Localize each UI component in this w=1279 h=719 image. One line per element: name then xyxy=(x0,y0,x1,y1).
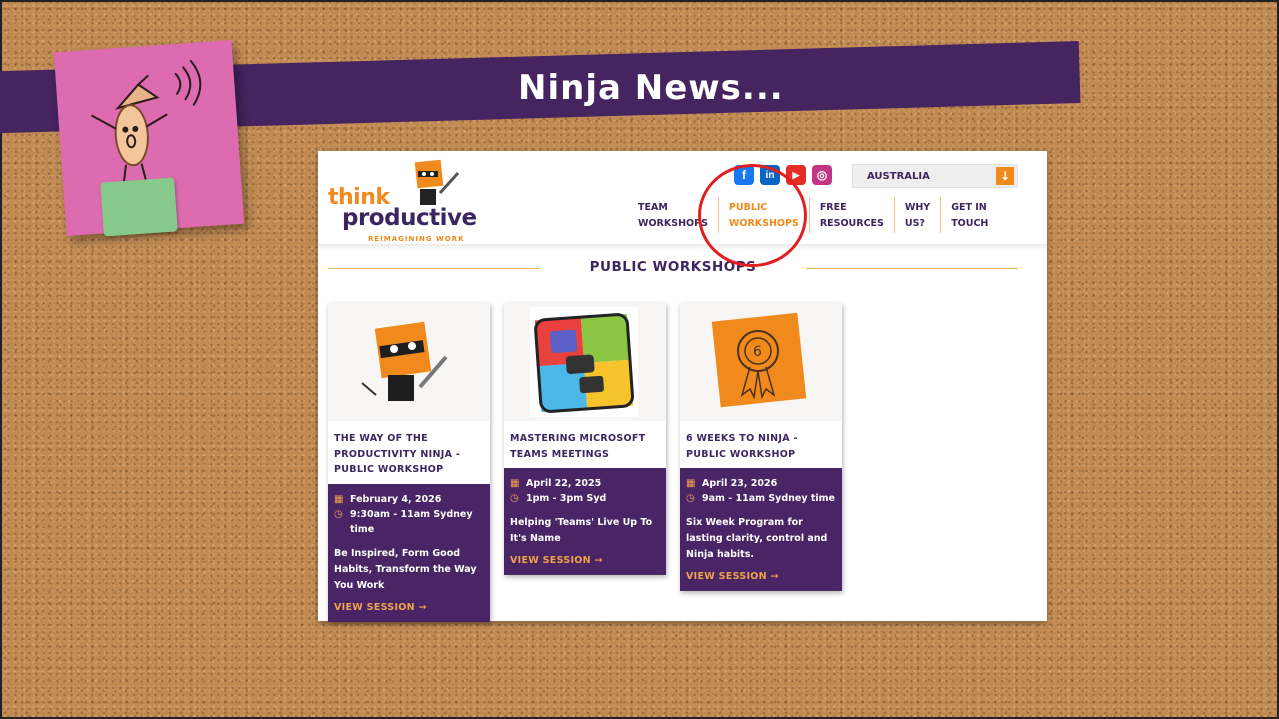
date-text: February 4, 2026 xyxy=(350,493,442,505)
card-details: ▦ April 22, 2025 ◷ 1pm - 3pm Syd Helping '… xyxy=(504,468,666,575)
country-select[interactable]: AUSTRALIA ↓ xyxy=(852,164,1018,188)
card-date: ▦ February 4, 2026 xyxy=(334,492,484,507)
nav-label-line2: RESOURCES xyxy=(819,218,884,229)
nav-why-us[interactable]: WHY US? xyxy=(895,197,942,233)
nav-label-line2: US? xyxy=(904,218,925,229)
nav-divider xyxy=(318,244,1047,250)
card-image: 6 xyxy=(680,303,842,421)
calendar-icon: ▦ xyxy=(686,478,696,489)
date-text: April 22, 2025 xyxy=(526,478,602,489)
view-session-link[interactable]: VIEW SESSION → xyxy=(334,602,484,613)
time-text: 1pm - 3pm Syd xyxy=(526,493,607,504)
teams-meeting-icon xyxy=(530,307,638,417)
ninja-mascot-icon xyxy=(414,159,460,205)
slide-title: Ninja News... xyxy=(518,68,784,108)
time-text: 9:30am - 11am Sydney time xyxy=(350,508,473,535)
nav-label-line1: WHY xyxy=(904,202,931,213)
card-details: ▦ April 23, 2026 ◷ 9am - 11am Sydney time … xyxy=(680,468,842,591)
think-productive-logo[interactable]: think productive REIMAGINING WORK xyxy=(328,159,477,243)
workshop-card[interactable]: 6 6 WEEKS TO NINJA - PUBLIC WORKSHOP ▦ Ap… xyxy=(680,303,842,591)
card-image xyxy=(328,303,490,421)
workshop-card[interactable]: THE WAY OF THE PRODUCTIVITY NINJA - PUBL… xyxy=(328,303,490,622)
view-session-link[interactable]: VIEW SESSION → xyxy=(686,571,836,582)
card-time: ◷ 9:30am - 11am Sydney time xyxy=(334,507,484,537)
binder-clip xyxy=(100,177,178,237)
card-title[interactable]: 6 WEEKS TO NINJA - PUBLIC WORKSHOP xyxy=(680,421,842,468)
award-rosette-icon: 6 xyxy=(711,312,807,408)
website-screenshot: think productive REIMAGINING WORK f in ▶… xyxy=(318,151,1047,622)
nav-free-resources[interactable]: FREE RESOURCES xyxy=(810,197,895,233)
page-heading: PUBLIC WORKSHOPS xyxy=(589,259,757,275)
highlight-circle xyxy=(698,164,807,267)
nav-label-line1: GET IN xyxy=(951,202,987,213)
card-time: ◷ 9am - 11am Sydney time xyxy=(686,491,836,506)
card-title[interactable]: MASTERING MICROSOFT TEAMS MEETINGS xyxy=(504,421,666,468)
svg-text:6: 6 xyxy=(753,344,762,360)
nav-label-line2: TOUCH xyxy=(951,218,989,229)
date-text: April 23, 2026 xyxy=(702,478,778,489)
instagram-icon[interactable]: ◎ xyxy=(812,165,832,185)
card-date: ▦ April 22, 2025 xyxy=(510,476,660,491)
calendar-icon: ▦ xyxy=(334,493,344,505)
logo-tagline: REIMAGINING WORK xyxy=(368,235,465,243)
nav-get-in-touch[interactable]: GET IN TOUCH xyxy=(941,197,998,233)
chevron-down-icon[interactable]: ↓ xyxy=(996,167,1014,185)
workshop-card[interactable]: MASTERING MICROSOFT TEAMS MEETINGS ▦ Apri… xyxy=(504,303,666,575)
view-session-link[interactable]: VIEW SESSION → xyxy=(510,555,660,566)
card-description: Helping 'Teams' Live Up To It's Name xyxy=(510,517,653,544)
country-value: AUSTRALIA xyxy=(867,171,930,182)
section-heading: PUBLIC WORKSHOPS xyxy=(328,259,1018,277)
calendar-icon: ▦ xyxy=(510,478,520,489)
clock-icon: ◷ xyxy=(334,508,343,520)
clock-icon: ◷ xyxy=(686,493,695,504)
logo-productive: productive xyxy=(342,205,477,231)
clock-icon: ◷ xyxy=(510,493,519,504)
ninja-mascot-icon xyxy=(361,321,448,401)
card-date: ▦ April 23, 2026 xyxy=(686,476,836,491)
main-nav: TEAM WORKSHOPS PUBLIC WORKSHOPS FREE RES… xyxy=(628,197,998,235)
card-time: ◷ 1pm - 3pm Syd xyxy=(510,491,660,506)
card-image xyxy=(504,303,666,421)
card-description: Six Week Program for lasting clarity, co… xyxy=(686,517,828,560)
nav-label-line1: FREE xyxy=(819,202,847,213)
frame-top xyxy=(0,0,1279,2)
time-text: 9am - 11am Sydney time xyxy=(702,493,835,504)
card-description: Be Inspired, Form Good Habits, Transform… xyxy=(334,547,477,591)
card-title[interactable]: THE WAY OF THE PRODUCTIVITY NINJA - PUBL… xyxy=(328,421,490,484)
card-details: ▦ February 4, 2026 ◷ 9:30am - 11am Sydney … xyxy=(328,483,490,622)
